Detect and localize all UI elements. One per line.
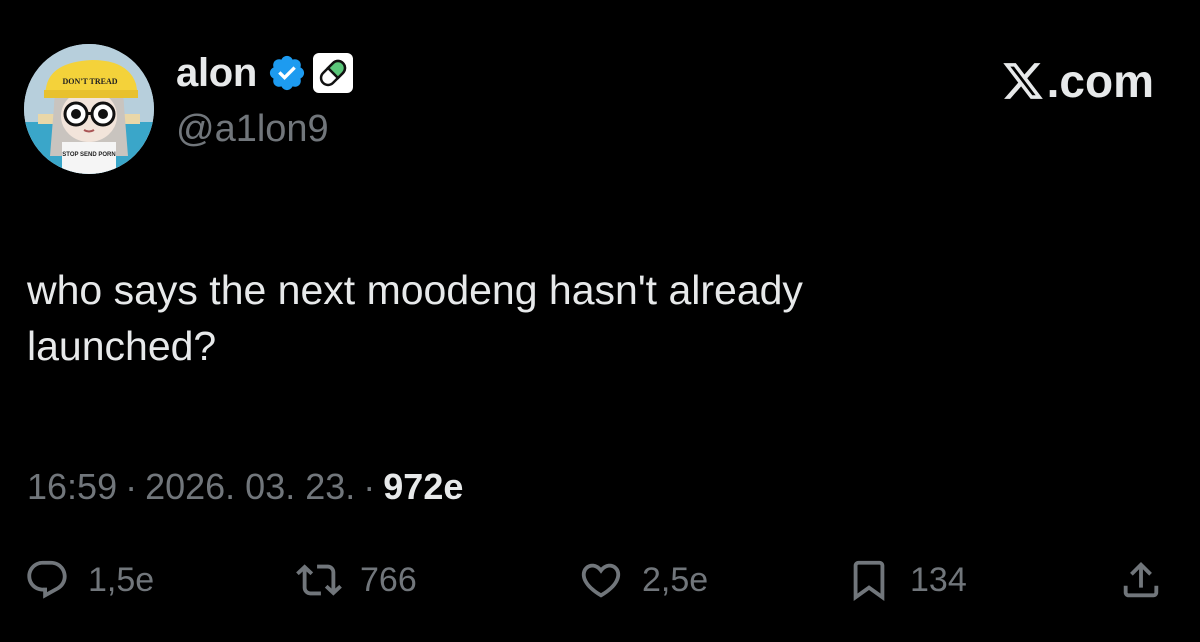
brand-domain: .com bbox=[1046, 55, 1154, 107]
reply-count: 1,5e bbox=[88, 560, 155, 599]
tweet-header: DON'T TREAD STOP SEND PORN alon @a1lon9 … bbox=[24, 40, 1176, 174]
tweet-date[interactable]: 2026. 03. 23. bbox=[145, 466, 355, 508]
avatar-shirt-text: STOP SEND PORN bbox=[62, 152, 115, 158]
avatar-image: DON'T TREAD STOP SEND PORN bbox=[24, 44, 154, 174]
repost-count: 766 bbox=[360, 560, 417, 599]
meta-separator: · bbox=[363, 466, 376, 507]
share-icon bbox=[1123, 561, 1159, 598]
verified-icon bbox=[267, 53, 307, 93]
share-button[interactable] bbox=[1118, 552, 1182, 608]
name-row: alon bbox=[176, 50, 355, 96]
tweet-time[interactable]: 16:59 bbox=[27, 466, 117, 508]
reply-icon bbox=[27, 560, 67, 599]
like-count: 2,5e bbox=[642, 560, 709, 599]
x-logo-icon bbox=[1002, 63, 1043, 99]
tweet-text: who says the next moodeng hasn't already… bbox=[27, 267, 803, 369]
like-icon bbox=[581, 563, 621, 598]
bookmark-button[interactable]: 134 bbox=[846, 552, 967, 608]
x-com-brand: .com bbox=[1001, 54, 1154, 108]
pill-badge-icon bbox=[311, 51, 355, 95]
tweet-meta: 16:59 · 2026. 03. 23. · 972e bbox=[27, 466, 463, 508]
repost-button[interactable]: 766 bbox=[296, 552, 417, 608]
bookmark-icon bbox=[853, 560, 885, 601]
repost-icon bbox=[296, 564, 342, 596]
like-button[interactable]: 2,5e bbox=[578, 552, 708, 608]
display-name[interactable]: alon bbox=[176, 51, 257, 96]
bookmark-count: 134 bbox=[910, 560, 967, 599]
reply-button[interactable]: 1,5e bbox=[24, 552, 154, 608]
handle[interactable]: @a1lon9 bbox=[176, 108, 355, 151]
view-count[interactable]: 972e bbox=[383, 466, 463, 508]
action-bar: 1,5e 766 2,5e 134 bbox=[0, 552, 1200, 608]
meta-separator: · bbox=[125, 466, 138, 507]
avatar-cap-text: DON'T TREAD bbox=[62, 77, 117, 86]
avatar[interactable]: DON'T TREAD STOP SEND PORN bbox=[24, 44, 154, 174]
author-identity: alon @a1lon9 bbox=[176, 50, 355, 151]
